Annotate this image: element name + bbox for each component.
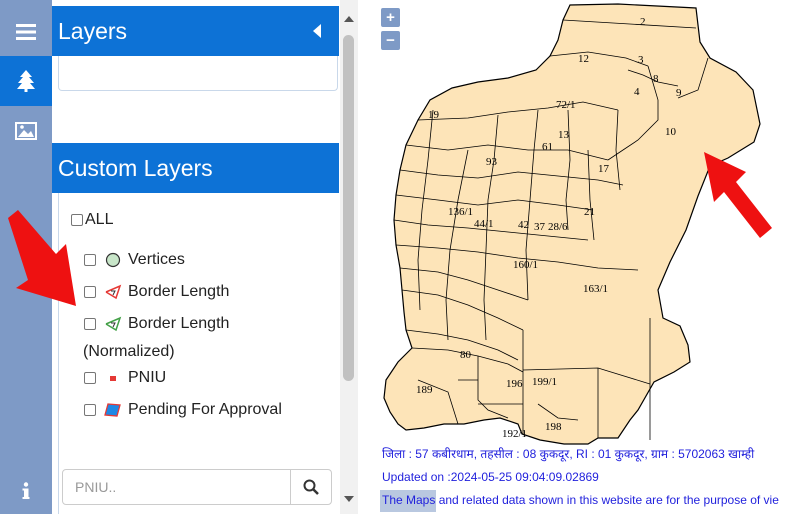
pniu-icon [104,369,122,387]
plot-label: 37 [534,221,546,233]
plot-label: 199/1 [532,376,557,388]
image-icon [15,122,37,140]
pending-approval-icon [104,401,122,419]
scroll-down-icon[interactable] [344,496,354,502]
plot-label: 136/1 [448,206,473,218]
border-length-checkbox[interactable] [84,286,96,298]
layer-item-pending-approval: Pending For Approval [84,401,282,419]
custom-layers-title: Custom Layers [58,154,213,181]
plot-label: 196 [506,378,523,390]
layers-list-box [58,56,338,91]
scrollbar-thumb[interactable] [343,35,354,381]
map-view[interactable]: 2 3 4 8 9 10 12 72/1 13 61 17 21 136/1 4… [358,0,796,514]
layers-tab-button[interactable] [0,56,52,106]
border-length-normalized-icon [104,315,122,333]
plot-label: 44/1 [474,218,494,230]
layer-item-border-length-normalized: Border Length [84,315,229,333]
layers-header: Layers [52,6,339,56]
layer-label: PNIU [128,369,167,386]
collapse-chevron-icon[interactable] [313,24,321,38]
plot-label: 72/1 [556,99,576,111]
layer-search [62,469,332,505]
updated-on-text: Updated on :2024-05-25 09:04:09.02869 [382,470,599,484]
vertices-icon [104,251,122,269]
plot-label: 61 [542,141,553,153]
plot-label: 8 [653,73,659,85]
disclaimer-text: The Maps and related data shown in this … [382,493,779,507]
info-button[interactable] [0,466,52,516]
plot-label: 19 [428,109,440,121]
border-length-normalized-checkbox[interactable] [84,318,96,330]
location-info: जिला : 57 कबीरधाम, तहसील : 08 कुकदूर, RI… [382,447,755,461]
plot-label: 80 [460,349,472,361]
layers-panel: Layers Custom Layers ALL Vertices Border… [52,0,340,514]
plot-label: 28/6 [548,221,568,233]
annotation-arrow-right [704,152,772,238]
layer-label: Border Length [128,283,230,300]
scroll-up-icon[interactable] [344,16,354,22]
plot-label: 163/1 [583,283,608,295]
zoom-in-button[interactable]: + [381,8,400,27]
plot-label: 21 [584,206,595,218]
menu-icon [16,24,36,40]
menu-button[interactable] [0,7,52,57]
tree-icon [17,70,35,92]
image-tab-button[interactable] [0,106,52,156]
plot-label: 192/1 [502,428,527,440]
layer-item-pniu: PNIU [84,369,166,387]
plot-label: 3 [638,54,644,66]
plot-label: 93 [486,156,498,168]
custom-layers-header: Custom Layers [52,143,339,193]
plot-label: 4 [634,86,640,98]
layer-item-border-length: Border Length [84,283,229,301]
plot-label: 13 [558,129,570,141]
search-icon [303,479,319,495]
annotation-arrow-left [8,210,76,306]
search-button[interactable] [290,470,331,504]
plot-label: 2 [640,16,646,28]
normalized-suffix-row: (Normalized) [83,343,175,361]
layer-label: Pending For Approval [128,401,282,418]
plot-label: 42 [518,219,529,231]
plot-label: 9 [676,87,682,99]
vertices-checkbox[interactable] [84,254,96,266]
zoom-out-button[interactable]: − [381,31,400,50]
plot-label: 189 [416,384,433,396]
info-icon [22,482,30,499]
plot-label: 160/1 [513,259,538,271]
pending-approval-checkbox[interactable] [84,404,96,416]
cadastral-map[interactable]: 2 3 4 8 9 10 12 72/1 13 61 17 21 136/1 4… [358,0,796,514]
plot-label: 10 [665,126,677,138]
layers-title: Layers [58,17,128,44]
plot-label: 198 [545,421,562,433]
panel-scrollbar[interactable] [340,0,358,514]
plot-label: 12 [578,53,589,65]
layer-label: Vertices [128,251,185,268]
border-length-icon [104,283,122,301]
all-label: ALL [85,211,114,228]
village-boundary [383,3,761,445]
pniu-checkbox[interactable] [84,372,96,384]
custom-layers-list: ALL Vertices Border Length Border Length… [58,193,338,514]
plot-label: 17 [598,163,610,175]
layer-search-input[interactable] [63,470,290,504]
normalized-suffix: (Normalized) [83,343,175,360]
layer-item-vertices: Vertices [84,251,185,269]
layer-label: Border Length [128,315,230,332]
